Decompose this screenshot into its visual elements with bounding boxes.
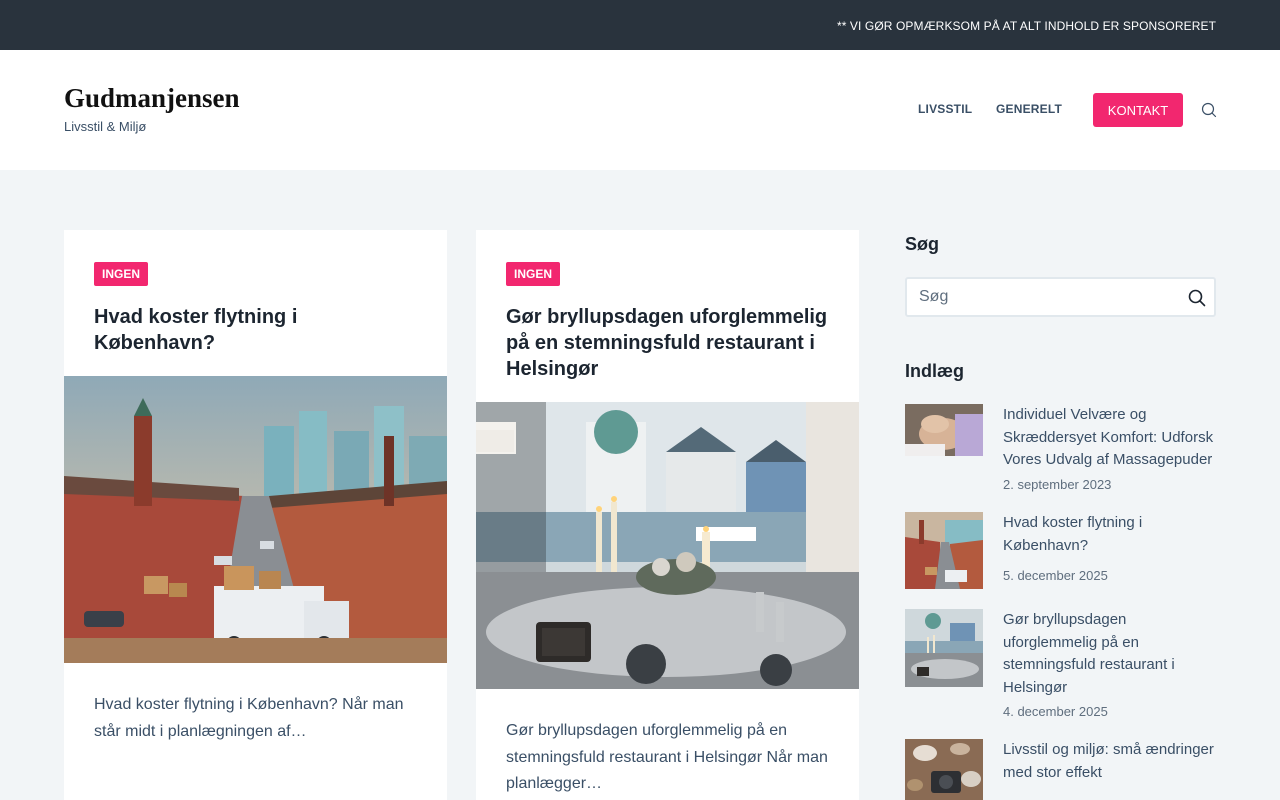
sidebar-post: Gør bryllupsdagen uforglemmelig på en st…	[905, 609, 1216, 724]
post-card-image[interactable]	[476, 402, 859, 689]
post-card: INGEN Gør bryllupsdagen uforglemmelig på…	[476, 230, 859, 800]
sidebar-post-title[interactable]: Livsstil og miljø: små ændringer med sto…	[1003, 739, 1216, 784]
sidebar-post: Livsstil og miljø: små ændringer med sto…	[905, 739, 1216, 800]
post-thumbnail[interactable]	[905, 609, 983, 687]
nav-item-generelt[interactable]: GENERELT	[996, 102, 1062, 116]
sponsored-notice: ** VI GØR OPMÆRKSOM PÅ AT ALT INDHOLD ER…	[836, 19, 1216, 33]
post-card-title[interactable]: Gør bryllupsdagen uforglemmelig på en st…	[506, 304, 836, 382]
top-notice-bar: ** VI GØR OPMÆRKSOM PÅ AT ALT INDHOLD ER…	[0, 0, 1280, 50]
nav-item-livsstil[interactable]: LIVSSTIL	[918, 102, 972, 116]
sidebar-post-title[interactable]: Individuel Velvære og Skræddersyet Komfo…	[1003, 404, 1216, 472]
contact-button[interactable]: KONTAKT	[1093, 93, 1183, 127]
post-card: INGEN Hvad koster flytning i København?	[64, 230, 447, 800]
sidebar-post: Hvad koster flytning i København? 5. dec…	[905, 512, 1216, 592]
search-icon[interactable]	[1201, 102, 1217, 118]
category-badge[interactable]: INGEN	[506, 262, 561, 286]
sidebar-post-title[interactable]: Gør bryllupsdagen uforglemmelig på en st…	[1003, 609, 1216, 699]
post-thumbnail[interactable]	[905, 739, 983, 800]
sidebar-post: Individuel Velvære og Skræddersyet Komfo…	[905, 404, 1216, 494]
post-card-title[interactable]: Hvad koster flytning i København?	[94, 304, 424, 356]
search-input[interactable]	[919, 279, 1169, 315]
category-badge[interactable]: INGEN	[94, 262, 149, 286]
search-button-icon[interactable]	[1188, 289, 1206, 307]
post-card-excerpt: Gør bryllupsdagen uforglemmelig på en st…	[506, 722, 828, 792]
site-tagline: Livsstil & Miljø	[64, 119, 147, 134]
sidebar-search	[905, 277, 1216, 317]
sidebar-post-date: 4. december 2025	[1003, 704, 1108, 719]
post-card-image[interactable]	[64, 376, 447, 663]
sidebar-post-date: 2. september 2023	[1003, 477, 1112, 492]
site-header: Gudmanjensen Livsstil & Miljø LIVSSTIL G…	[0, 50, 1280, 170]
search-widget-title: Søg	[905, 234, 939, 254]
sidebar-post-title[interactable]: Hvad koster flytning i København?	[1003, 512, 1216, 557]
site-title[interactable]: Gudmanjensen	[64, 83, 240, 114]
posts-widget-title: Indlæg	[905, 361, 964, 381]
post-thumbnail[interactable]	[905, 512, 983, 589]
post-thumbnail[interactable]	[905, 404, 983, 456]
sidebar-post-date: 5. december 2025	[1003, 568, 1108, 583]
post-card-excerpt: Hvad koster flytning i København? Når ma…	[94, 696, 404, 740]
